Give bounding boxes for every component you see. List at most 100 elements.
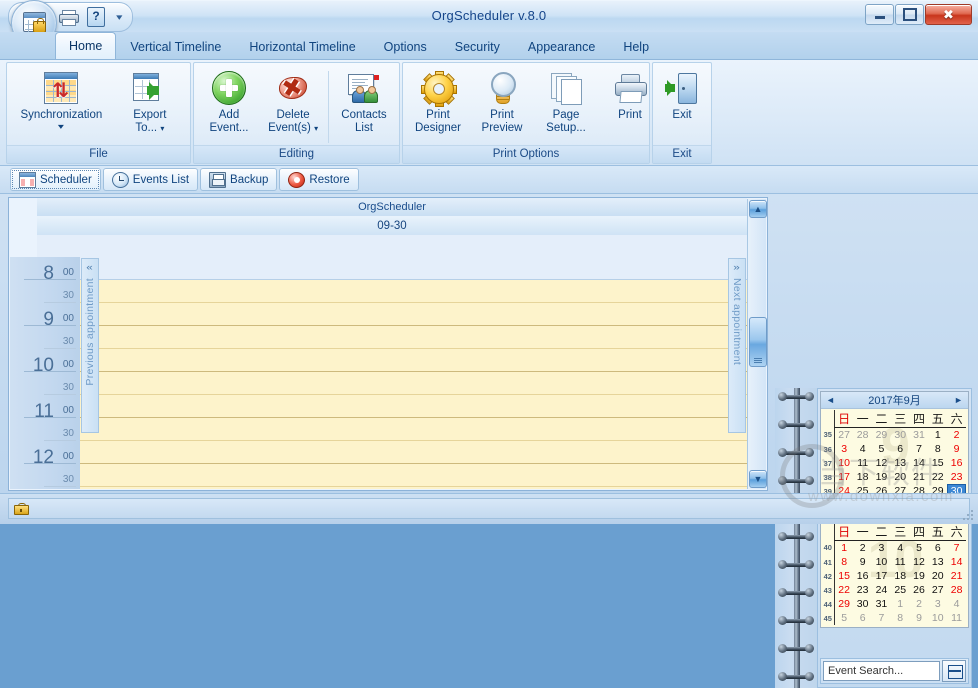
tab-appearance[interactable]: Appearance (514, 34, 609, 59)
calendar-day[interactable]: 29 (834, 597, 853, 611)
restore-button[interactable]: Restore (279, 168, 358, 191)
tab-options[interactable]: Options (370, 34, 441, 59)
calendar-day[interactable]: 1 (891, 597, 910, 611)
appointment-slot[interactable] (80, 372, 747, 395)
synchronization-button[interactable]: ⇅ Synchronization ▾ (10, 67, 113, 132)
print-preview-button[interactable]: Print Preview (470, 67, 534, 136)
scrollbar-thumb[interactable] (749, 317, 767, 367)
calendar-day[interactable]: 8 (834, 555, 853, 569)
calendar-day[interactable]: 16 (947, 456, 966, 470)
calendar-day[interactable]: 17 (872, 569, 891, 583)
calendar-day[interactable]: 12 (910, 555, 929, 569)
next-appointment-button[interactable]: » Next appointment (728, 258, 746, 433)
scroll-up-button[interactable]: ▲ (749, 200, 767, 218)
calendar-day[interactable]: 3 (872, 541, 891, 556)
calendar-day[interactable]: 14 (947, 555, 966, 569)
calendar-day[interactable]: 18 (891, 569, 910, 583)
calendar-day[interactable]: 7 (947, 541, 966, 556)
calendar-day[interactable]: 8 (891, 611, 910, 625)
calendar-day[interactable]: 5 (910, 541, 929, 556)
calendar-day[interactable]: 8 (928, 442, 947, 456)
delete-event-button[interactable]: ✖ Delete Event(s) ▾ (261, 67, 325, 136)
tab-home[interactable]: Home (55, 32, 116, 59)
scheduler-view-button[interactable]: Scheduler (10, 168, 101, 191)
calendar-day[interactable]: 2 (853, 541, 872, 556)
all-day-area[interactable] (37, 235, 747, 258)
chevron-down-icon[interactable]: ▾ (116, 12, 122, 23)
calendar-day[interactable]: 9 (910, 611, 929, 625)
events-list-view-button[interactable]: Events List (103, 168, 198, 191)
minimize-button[interactable] (865, 4, 894, 25)
calendar-day[interactable]: 3 (928, 597, 947, 611)
appointment-slot[interactable] (80, 464, 747, 487)
calendar-day[interactable]: 3 (834, 442, 853, 456)
calendar-day[interactable]: 5 (834, 611, 853, 625)
calendar-day[interactable]: 30 (853, 597, 872, 611)
event-search-input[interactable]: Event Search... (823, 661, 940, 681)
appointment-slot[interactable] (80, 303, 747, 326)
calendar-day[interactable]: 30 (891, 428, 910, 443)
calendar-day[interactable]: 9 (853, 555, 872, 569)
scheduler-vertical-scrollbar[interactable]: ▲ ▼ (747, 199, 766, 489)
calendar-day[interactable]: 9 (947, 442, 966, 456)
calendar-day[interactable]: 27 (834, 428, 853, 443)
calendar-day[interactable]: 10 (928, 611, 947, 625)
page-setup-button[interactable]: Page Setup... (534, 67, 598, 136)
export-to-button[interactable]: Export To... ▾ (113, 67, 187, 136)
calendar-day[interactable]: 13 (928, 555, 947, 569)
previous-month-button[interactable]: ◄ (824, 393, 837, 406)
calendar-day[interactable]: 2 (947, 428, 966, 443)
calendar-day[interactable]: 15 (834, 569, 853, 583)
calendar-day[interactable]: 5 (872, 442, 891, 456)
help-icon[interactable]: ? (83, 5, 109, 29)
appointment-slot[interactable] (80, 326, 747, 349)
tab-horizontal-timeline[interactable]: Horizontal Timeline (235, 34, 369, 59)
calendar-day[interactable]: 7 (872, 611, 891, 625)
calendar-day[interactable]: 2 (910, 597, 929, 611)
calendar-day[interactable]: 4 (891, 541, 910, 556)
appointment-slot[interactable] (80, 418, 747, 441)
calendar-day[interactable]: 4 (947, 597, 966, 611)
calendar-day[interactable]: 19 (872, 470, 891, 484)
calendar-day[interactable]: 11 (947, 611, 966, 625)
calendar-day[interactable]: 29 (872, 428, 891, 443)
tab-help[interactable]: Help (609, 34, 663, 59)
calendar-day[interactable]: 16 (853, 569, 872, 583)
maximize-button[interactable] (895, 4, 924, 25)
calendar-day[interactable]: 21 (947, 569, 966, 583)
appointment-slot[interactable] (80, 395, 747, 418)
calendar-day[interactable]: 10 (834, 456, 853, 470)
add-event-button[interactable]: Add Event... (197, 67, 261, 136)
appointment-slot[interactable] (80, 487, 747, 489)
appointment-slots[interactable] (80, 257, 747, 489)
calendar-day[interactable]: 17 (834, 470, 853, 484)
calendar-day[interactable]: 20 (891, 470, 910, 484)
calendar-day[interactable]: 31 (872, 597, 891, 611)
calendar-day[interactable]: 15 (928, 456, 947, 470)
calendar-day[interactable]: 11 (891, 555, 910, 569)
contacts-list-button[interactable]: Contacts List (332, 67, 396, 136)
calendar-day[interactable]: 20 (928, 569, 947, 583)
calendar-day[interactable]: 26 (910, 583, 929, 597)
calendar-day[interactable]: 23 (853, 583, 872, 597)
calendar-day[interactable]: 19 (910, 569, 929, 583)
calendar-day[interactable]: 6 (891, 442, 910, 456)
calendar-day[interactable]: 28 (853, 428, 872, 443)
appointment-slot[interactable] (80, 441, 747, 464)
close-button[interactable]: ✖ (925, 4, 972, 25)
print-icon[interactable] (55, 5, 81, 29)
calendar-day[interactable]: 24 (872, 583, 891, 597)
calendar-day[interactable]: 21 (910, 470, 929, 484)
exit-button[interactable]: Exit (650, 67, 714, 123)
appointment-slot[interactable] (80, 257, 747, 280)
calendar-day[interactable]: 31 (910, 428, 929, 443)
next-month-button[interactable]: ► (952, 393, 965, 406)
backup-button[interactable]: Backup (200, 168, 277, 191)
tab-security[interactable]: Security (441, 34, 514, 59)
calendar-day[interactable]: 1 (834, 541, 853, 556)
calendar-day[interactable]: 13 (891, 456, 910, 470)
calendar-day[interactable]: 4 (853, 442, 872, 456)
tab-vertical-timeline[interactable]: Vertical Timeline (116, 34, 235, 59)
appointment-slot[interactable] (80, 349, 747, 372)
event-search-button[interactable] (942, 660, 966, 682)
